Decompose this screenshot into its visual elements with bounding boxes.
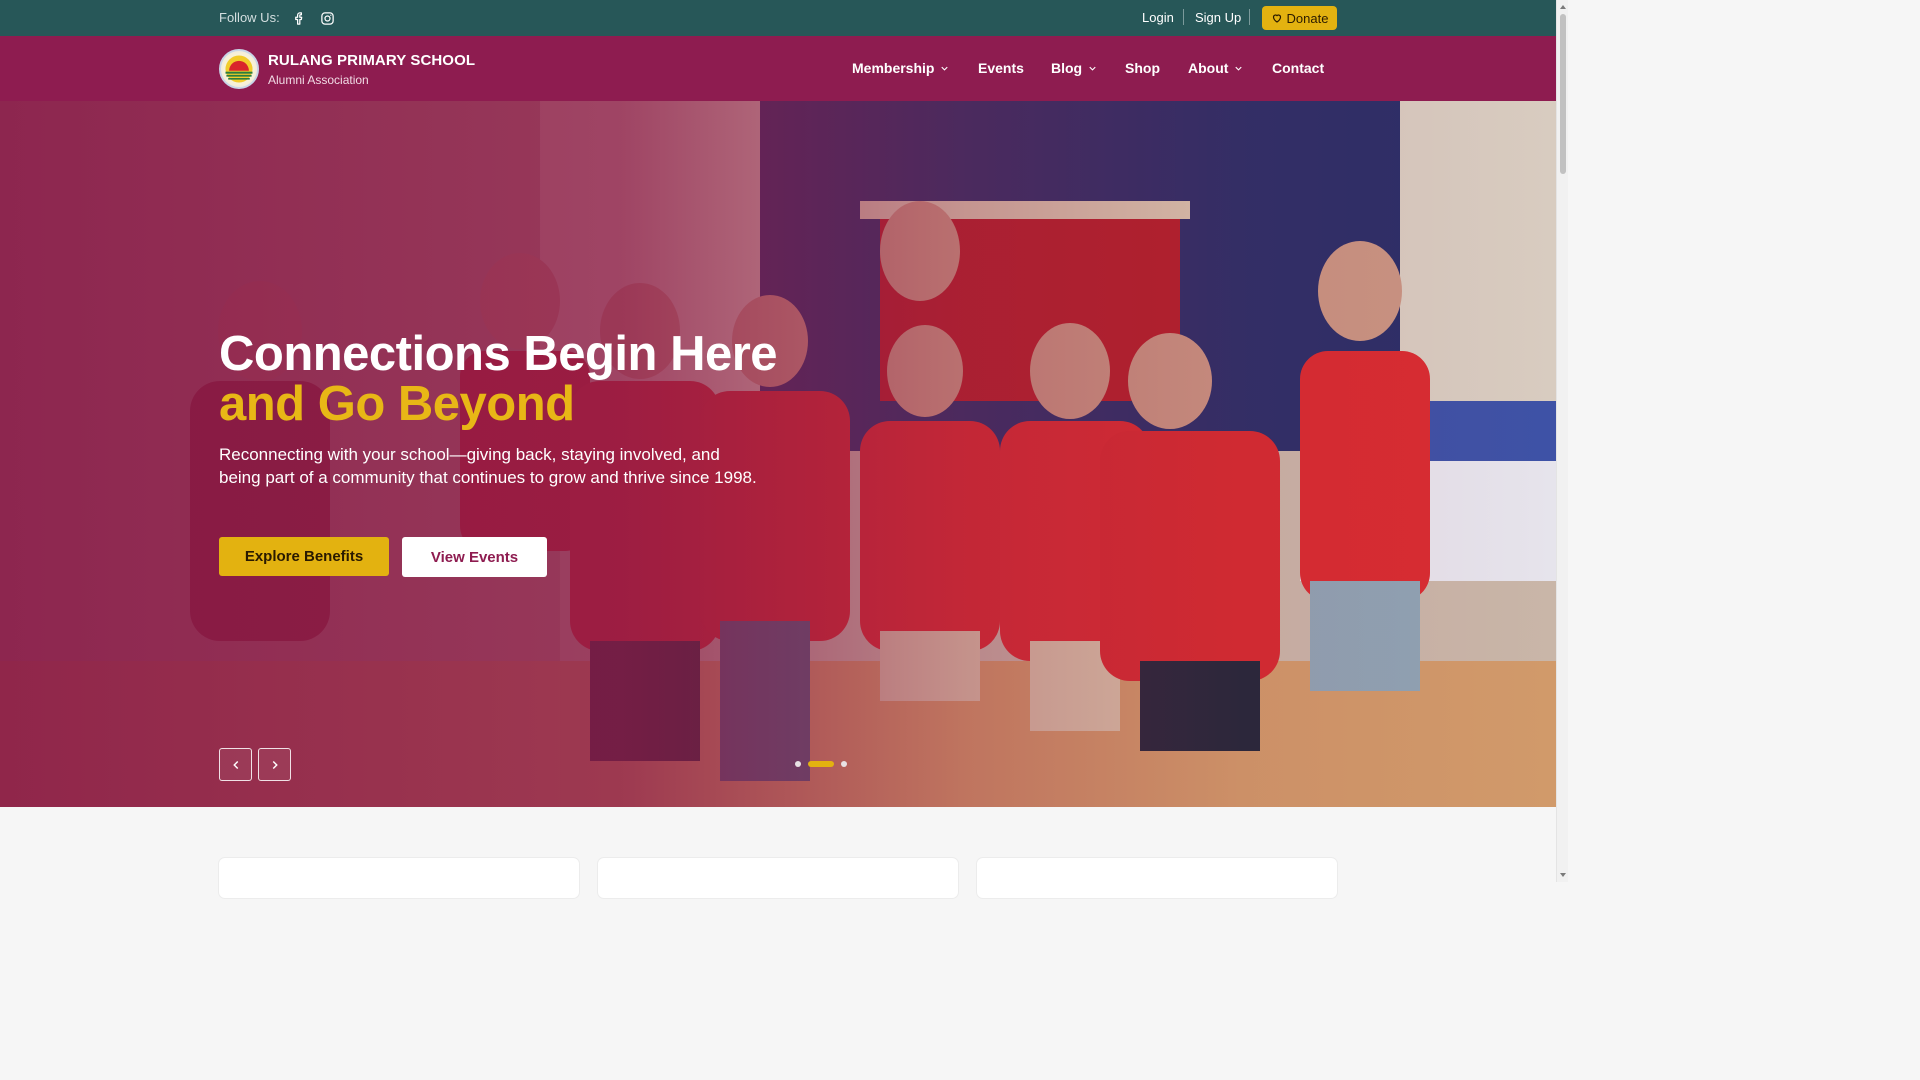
page-scrollbar[interactable] <box>1556 0 1568 882</box>
divider <box>1183 9 1184 25</box>
brand-title[interactable]: RULANG PRIMARY SCHOOL <box>268 52 475 69</box>
scrollbar-thumb[interactable] <box>1560 14 1566 174</box>
carousel-dot[interactable] <box>795 761 801 767</box>
nav-label: Contact <box>1272 60 1325 76</box>
carousel-next-button[interactable] <box>258 748 291 781</box>
chevron-left-icon <box>232 760 238 769</box>
nav-label: Membership <box>852 60 935 76</box>
scroll-up-icon[interactable] <box>1559 3 1567 11</box>
feature-card <box>977 858 1337 898</box>
nav-membership[interactable]: Membership <box>852 60 950 76</box>
facebook-icon[interactable] <box>290 9 308 27</box>
nav-label: Shop <box>1125 60 1160 76</box>
nav-label: Events <box>978 60 1024 76</box>
scroll-down-icon[interactable] <box>1559 871 1567 879</box>
nav-label: About <box>1188 60 1229 76</box>
brand-subtitle: Alumni Association <box>268 73 369 87</box>
school-logo[interactable] <box>219 49 259 89</box>
feature-card <box>598 858 958 898</box>
nav-shop[interactable]: Shop <box>1125 60 1160 76</box>
nav-about[interactable]: About <box>1188 60 1244 76</box>
feature-card <box>219 858 579 898</box>
main-navbar: RULANG PRIMARY SCHOOL Alumni Association… <box>0 36 1556 101</box>
hero-description: Reconnecting with your school—giving bac… <box>219 445 757 487</box>
hero-headline-accent: and Go Beyond <box>219 377 575 431</box>
features-section <box>0 807 1556 898</box>
chevron-down-icon <box>941 66 949 71</box>
nav-events[interactable]: Events <box>978 60 1024 76</box>
instagram-icon[interactable] <box>318 9 336 27</box>
nav-blog[interactable]: Blog <box>1051 60 1098 76</box>
donate-button[interactable]: Donate <box>1262 6 1337 30</box>
carousel-prev-button[interactable] <box>219 748 252 781</box>
nav-label: Blog <box>1051 60 1083 76</box>
nav-contact[interactable]: Contact <box>1272 60 1324 76</box>
donate-label: Donate <box>1286 10 1329 26</box>
signup-link[interactable]: Sign Up <box>1195 10 1241 25</box>
chevron-right-icon <box>272 760 278 769</box>
top-bar: Follow Us: Login Sign Up Donate <box>0 0 1556 36</box>
carousel-dot[interactable] <box>841 761 847 767</box>
hero-headline: Connections Begin Here <box>219 327 778 381</box>
heart-icon <box>1272 14 1281 23</box>
chevron-down-icon <box>1235 66 1243 71</box>
hero-carousel: Connections Begin Here and Go Beyond Rec… <box>0 101 1556 807</box>
carousel-dot-active[interactable] <box>808 761 834 767</box>
login-link[interactable]: Login <box>1142 10 1174 25</box>
view-events-button[interactable]: View Events <box>402 537 547 577</box>
explore-benefits-button[interactable]: Explore Benefits <box>219 537 389 576</box>
chevron-down-icon <box>1089 66 1096 71</box>
follow-us-label: Follow Us: <box>219 10 280 25</box>
divider <box>1249 9 1250 25</box>
